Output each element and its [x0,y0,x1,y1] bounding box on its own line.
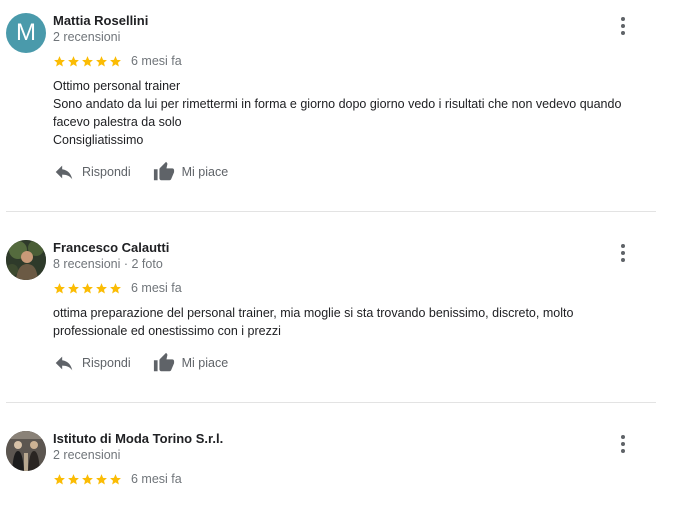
avatar[interactable] [6,431,46,471]
star-icon [53,55,66,68]
like-label: Mi piace [181,165,229,179]
avatar-photo [6,240,46,280]
more-vert-icon-dot [621,24,625,28]
rating-row: 6 mesi fa [53,53,182,69]
review-text: Ottimo personal trainer Sono andato da l… [53,77,653,149]
thumb-up-icon [153,352,174,372]
review-date: 6 mesi fa [131,54,182,68]
star-icon [81,55,94,68]
star-icon [95,55,108,68]
star-icon [53,282,66,295]
review-text: ottima preparazione del personal trainer… [53,304,653,340]
star-icon [109,282,122,295]
reply-button[interactable]: Rispondi [53,161,131,183]
like-button[interactable]: Mi piace [153,352,229,374]
review-date: 6 mesi fa [131,281,182,295]
star-icon [67,55,80,68]
more-vert-icon-dot [621,17,625,21]
reviewer-name[interactable]: Francesco Calautti [53,240,169,255]
avatar[interactable] [6,240,46,280]
more-vert-icon-dot [621,258,625,262]
star-icon [95,282,108,295]
avatar-photo [6,431,46,471]
review-text-line: Ottimo personal trainer [53,79,181,93]
more-vert-icon-dot [621,435,625,439]
review-divider [6,402,656,403]
star-icon [67,473,80,486]
reviewer-meta: 8 recensioni · 2 foto [53,257,163,271]
more-vert-icon-dot [621,442,625,446]
more-vert-icon-dot [621,244,625,248]
more-options-button[interactable] [613,434,633,454]
star-icon [81,473,94,486]
review-text-line: professionale ed onestissimo con i prezz… [53,324,281,338]
review-text-line: facevo palestra da solo [53,115,182,129]
like-button[interactable]: Mi piace [153,161,229,183]
star-rating [53,55,122,68]
reply-label: Rispondi [82,165,131,179]
star-rating [53,473,122,486]
reply-arrow-icon [55,165,73,180]
rating-row: 6 mesi fa [53,471,182,487]
more-options-button[interactable] [613,16,633,36]
star-icon [109,473,122,486]
more-vert-icon-dot [621,31,625,35]
reviewer-name[interactable]: Mattia Rosellini [53,13,148,28]
star-icon [81,282,94,295]
review-actions: Rispondi Mi piace [53,160,250,184]
more-vert-icon-dot [621,449,625,453]
review-divider [6,211,656,212]
review-actions: Rispondi Mi piace [53,351,250,375]
review-text-line: ottima preparazione del personal trainer… [53,306,574,320]
more-options-button[interactable] [613,243,633,263]
reviewer-name[interactable]: Istituto di Moda Torino S.r.l. [53,431,223,446]
reviewer-meta: 2 recensioni [53,30,121,44]
review-date: 6 mesi fa [131,472,182,486]
like-label: Mi piace [181,356,229,370]
reviewer-meta: 2 recensioni [53,448,121,462]
avatar[interactable]: M [6,13,46,53]
thumb-up-icon [153,161,174,181]
reply-label: Rispondi [82,356,131,370]
star-icon [67,282,80,295]
review-text-line: Sono andato da lui per rimettermi in for… [53,97,622,111]
reply-button[interactable]: Rispondi [53,352,131,374]
rating-row: 6 mesi fa [53,280,182,296]
more-vert-icon-dot [621,251,625,255]
review-text-line: Consigliatissimo [53,133,144,147]
star-rating [53,282,122,295]
star-icon [95,473,108,486]
reply-arrow-icon [55,356,73,371]
star-icon [53,473,66,486]
star-icon [109,55,122,68]
